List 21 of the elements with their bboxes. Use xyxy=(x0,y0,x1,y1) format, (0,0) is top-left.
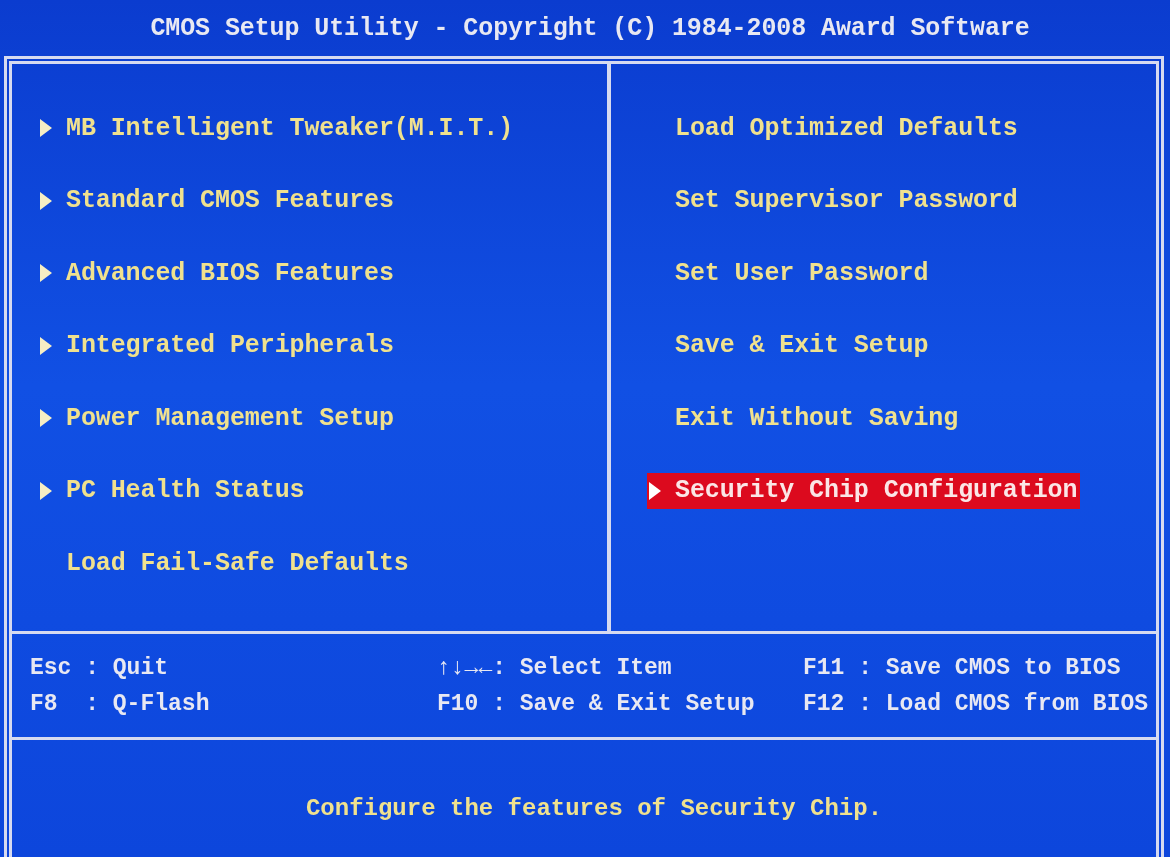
window-title: CMOS Setup Utility - Copyright (C) 1984-2008 Award Software xyxy=(150,13,1030,43)
item-description: Configure the features of Security Chip. xyxy=(305,794,883,824)
menu-item[interactable]: MB Intelligent Tweaker(M.I.T.) xyxy=(38,110,517,146)
menu-item[interactable]: Save & Exit Setup xyxy=(647,327,932,364)
key-hint: F12 : Load CMOS from BIOS xyxy=(803,689,1149,719)
key-hint: ↑↓→←: Select Item xyxy=(437,653,672,683)
key-hint: F11 : Save CMOS to BIOS xyxy=(803,653,1121,683)
menu-item[interactable]: Integrated Peripherals xyxy=(38,327,397,364)
menu-item[interactable]: Standard CMOS Features xyxy=(38,182,397,219)
key-hint: Esc : Quit xyxy=(30,653,169,683)
key-hint: F10 : Save & Exit Setup xyxy=(437,689,755,719)
menu-item[interactable]: Set Supervisor Password xyxy=(647,182,1021,219)
menu-item[interactable]: PC Health Status xyxy=(38,472,308,509)
menu-item[interactable]: Advanced BIOS Features xyxy=(38,255,397,291)
menu-item[interactable]: Exit Without Saving xyxy=(647,400,962,436)
menu-item[interactable]: Load Fail-Safe Defaults xyxy=(38,545,412,581)
menu-item[interactable]: Security Chip Configuration xyxy=(647,472,1081,509)
key-hint: F8 : Q-Flash xyxy=(30,689,210,719)
menu-item[interactable]: Power Management Setup xyxy=(38,400,397,436)
menu-item[interactable]: Load Optimized Defaults xyxy=(647,110,1021,146)
menu-item[interactable]: Set User Password xyxy=(647,255,932,291)
